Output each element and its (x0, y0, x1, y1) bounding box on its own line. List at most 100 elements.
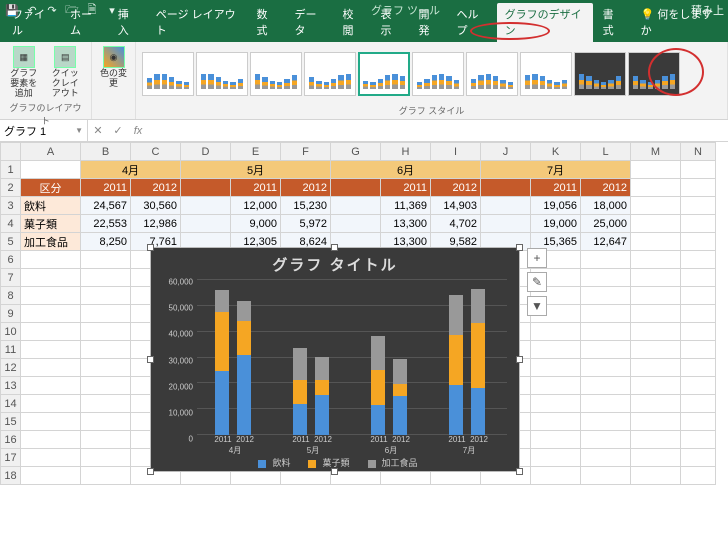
data-cell[interactable]: 8,250 (81, 233, 131, 251)
year-header[interactable]: 2012 (131, 179, 181, 197)
tab-数式[interactable]: 数式 (248, 3, 284, 42)
bar-segment[interactable] (215, 290, 229, 312)
bar-segment[interactable] (393, 359, 407, 384)
empty-cell[interactable] (631, 251, 681, 269)
year-header[interactable]: 2011 (81, 179, 131, 197)
empty-cell[interactable] (81, 395, 131, 413)
row-header[interactable]: 3 (1, 197, 21, 215)
month-header[interactable]: 5月 (181, 161, 331, 179)
data-cell[interactable]: 13,300 (381, 215, 431, 233)
bar-segment[interactable] (471, 323, 485, 388)
empty-cell[interactable] (531, 323, 581, 341)
row-header[interactable]: 10 (1, 323, 21, 341)
row-header[interactable]: 13 (1, 377, 21, 395)
col-header[interactable]: D (181, 143, 231, 161)
resize-handle[interactable] (516, 356, 523, 363)
empty-cell[interactable] (581, 431, 631, 449)
row-header[interactable]: 2 (1, 179, 21, 197)
kubun-header[interactable]: 区分 (21, 179, 81, 197)
month-header[interactable]: 7月 (481, 161, 631, 179)
empty-cell[interactable] (631, 413, 681, 431)
empty-cell[interactable] (681, 431, 716, 449)
bar-segment[interactable] (293, 380, 307, 404)
resize-handle[interactable] (331, 468, 338, 475)
select-all[interactable] (1, 143, 21, 161)
change-colors-button[interactable]: ◉ 色の変更 (98, 44, 129, 91)
empty-cell[interactable] (681, 323, 716, 341)
row-header[interactable]: 1 (1, 161, 21, 179)
empty-cell[interactable] (81, 269, 131, 287)
empty-cell[interactable] (581, 395, 631, 413)
empty-cell[interactable] (531, 377, 581, 395)
empty-cell[interactable] (81, 359, 131, 377)
data-cell[interactable]: 24,567 (81, 197, 131, 215)
empty-cell[interactable] (631, 287, 681, 305)
year-header[interactable]: 2012 (431, 179, 481, 197)
empty-cell[interactable] (21, 323, 81, 341)
col-header[interactable]: A (21, 143, 81, 161)
empty-cell[interactable] (631, 269, 681, 287)
empty-cell[interactable] (581, 323, 631, 341)
chart-style-thumb[interactable] (520, 52, 572, 96)
empty-cell[interactable] (531, 395, 581, 413)
empty-cell[interactable] (531, 341, 581, 359)
empty-cell[interactable] (581, 305, 631, 323)
empty-cell[interactable] (681, 413, 716, 431)
series-name-cell[interactable]: 菓子類 (21, 215, 81, 233)
tab-表示[interactable]: 表示 (373, 3, 409, 42)
month-header[interactable]: 4月 (81, 161, 181, 179)
empty-cell[interactable] (81, 449, 131, 467)
embedded-chart[interactable]: グラフ タイトル 010,00020,00030,00040,00050,000… (150, 247, 520, 472)
empty-cell[interactable] (21, 395, 81, 413)
empty-cell[interactable] (21, 251, 81, 269)
empty-cell[interactable] (531, 359, 581, 377)
resize-handle[interactable] (331, 244, 338, 251)
resize-handle[interactable] (147, 356, 154, 363)
enter-icon[interactable]: ✓ (108, 124, 128, 137)
col-header[interactable]: L (581, 143, 631, 161)
empty-cell[interactable] (21, 269, 81, 287)
row-header[interactable]: 7 (1, 269, 21, 287)
bar-segment[interactable] (315, 395, 329, 435)
chart-title[interactable]: グラフ タイトル (151, 248, 519, 277)
chart-style-thumb[interactable] (466, 52, 518, 96)
row-header[interactable]: 8 (1, 287, 21, 305)
chart-filters-button[interactable]: ▼ (527, 296, 547, 316)
bar-segment[interactable] (371, 370, 385, 405)
data-cell[interactable]: 25,000 (581, 215, 631, 233)
col-header[interactable]: F (281, 143, 331, 161)
empty-cell[interactable] (581, 359, 631, 377)
empty-cell[interactable] (531, 413, 581, 431)
empty-cell[interactable] (21, 377, 81, 395)
empty-cell[interactable] (21, 341, 81, 359)
bar-segment[interactable] (393, 384, 407, 396)
col-header[interactable]: H (381, 143, 431, 161)
empty-cell[interactable] (631, 341, 681, 359)
data-cell[interactable]: 19,000 (531, 215, 581, 233)
col-header[interactable]: M (631, 143, 681, 161)
col-header[interactable]: C (131, 143, 181, 161)
empty-cell[interactable] (531, 431, 581, 449)
resize-handle[interactable] (147, 468, 154, 475)
row-header[interactable]: 15 (1, 413, 21, 431)
empty-cell[interactable] (681, 251, 716, 269)
empty-cell[interactable] (681, 449, 716, 467)
legend-item[interactable]: 菓子類 (302, 458, 349, 468)
empty-cell[interactable] (631, 395, 681, 413)
empty-cell[interactable] (581, 413, 631, 431)
empty-cell[interactable] (631, 359, 681, 377)
chart-style-thumb[interactable] (628, 52, 680, 96)
bar-segment[interactable] (215, 312, 229, 371)
worksheet-grid[interactable]: ABCDEFGHIJKLMN14月5月6月7月2区分20112012201120… (0, 142, 728, 485)
empty-cell[interactable] (21, 359, 81, 377)
data-cell[interactable]: 9,000 (231, 215, 281, 233)
resize-handle[interactable] (147, 244, 154, 251)
bar-segment[interactable] (215, 371, 229, 435)
bar-segment[interactable] (237, 301, 251, 321)
empty-cell[interactable] (631, 377, 681, 395)
col-header[interactable]: K (531, 143, 581, 161)
row-header[interactable]: 5 (1, 233, 21, 251)
empty-cell[interactable] (81, 431, 131, 449)
empty-cell[interactable] (681, 287, 716, 305)
bar-segment[interactable] (293, 404, 307, 435)
